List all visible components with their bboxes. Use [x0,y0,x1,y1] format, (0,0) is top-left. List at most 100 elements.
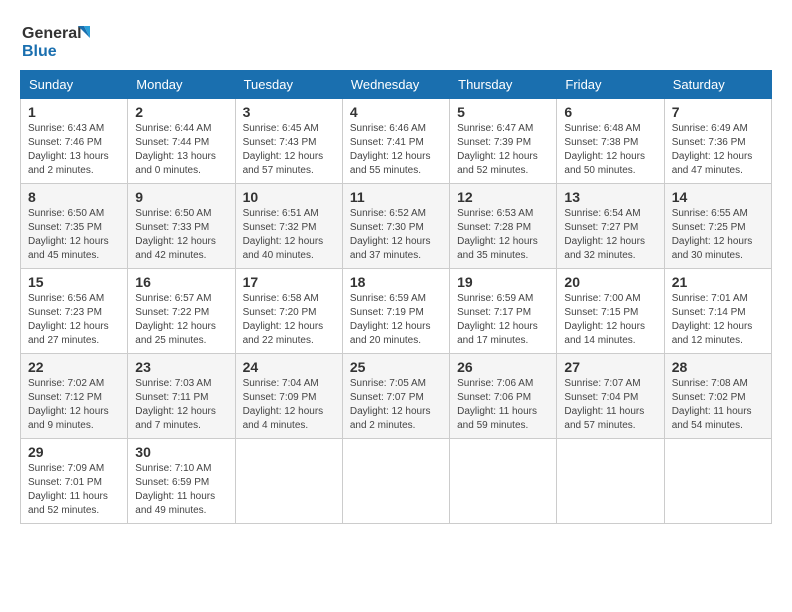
day-number: 23 [135,359,227,375]
day-info: Sunrise: 7:06 AMSunset: 7:06 PMDaylight:… [457,377,549,433]
calendar-cell: 12 Sunrise: 6:53 AMSunset: 7:28 PMDayligh… [450,184,557,269]
day-number: 13 [564,189,656,205]
calendar-cell: 17 Sunrise: 6:58 AMSunset: 7:20 PMDayligh… [235,269,342,354]
day-number: 6 [564,104,656,120]
calendar-cell [342,439,449,524]
day-number: 4 [350,104,442,120]
day-number: 11 [350,189,442,205]
day-number: 20 [564,274,656,290]
calendar-cell: 4Sunrise: 6:46 AMSunset: 7:41 PMDaylight… [342,99,449,184]
day-info: Sunrise: 7:01 AMSunset: 7:14 PMDaylight:… [672,292,764,348]
day-info: Sunrise: 7:03 AMSunset: 7:11 PMDaylight:… [135,377,227,433]
day-number: 19 [457,274,549,290]
logo: GeneralBlue [20,20,100,60]
weekday-header-sunday: Sunday [21,71,128,99]
calendar-cell: 27 Sunrise: 7:07 AMSunset: 7:04 PMDayligh… [557,354,664,439]
calendar-cell: 29 Sunrise: 7:09 AMSunset: 7:01 PMDayligh… [21,439,128,524]
day-number: 18 [350,274,442,290]
week-row-1: 1 Sunrise: 6:43 AMSunset: 7:46 PMDaylight… [21,99,772,184]
calendar-cell: 18 Sunrise: 6:59 AMSunset: 7:19 PMDayligh… [342,269,449,354]
weekday-header-row: SundayMondayTuesdayWednesdayThursdayFrid… [21,71,772,99]
calendar-cell [557,439,664,524]
day-info: Sunrise: 7:04 AMSunset: 7:09 PMDaylight:… [243,377,335,433]
calendar-cell: 26Sunrise: 7:06 AMSunset: 7:06 PMDayligh… [450,354,557,439]
day-number: 1 [28,104,120,120]
day-number: 7 [672,104,764,120]
day-info: Sunrise: 7:07 AMSunset: 7:04 PMDaylight:… [564,377,656,433]
calendar-cell: 10 Sunrise: 6:51 AMSunset: 7:32 PMDayligh… [235,184,342,269]
day-number: 30 [135,444,227,460]
day-number: 2 [135,104,227,120]
weekday-header-saturday: Saturday [664,71,771,99]
day-info: Sunrise: 6:54 AMSunset: 7:27 PMDaylight:… [564,207,656,263]
day-info: Sunrise: 6:51 AMSunset: 7:32 PMDaylight:… [243,207,335,263]
week-row-4: 22 Sunrise: 7:02 AMSunset: 7:12 PMDayligh… [21,354,772,439]
day-info: Sunrise: 6:48 AMSunset: 7:38 PMDaylight:… [564,122,656,178]
svg-text:Blue: Blue [22,43,57,60]
day-info: Sunrise: 7:05 AMSunset: 7:07 PMDaylight:… [350,377,442,433]
day-number: 8 [28,189,120,205]
day-number: 21 [672,274,764,290]
calendar-cell: 25 Sunrise: 7:05 AMSunset: 7:07 PMDayligh… [342,354,449,439]
day-number: 17 [243,274,335,290]
day-number: 22 [28,359,120,375]
day-number: 16 [135,274,227,290]
day-info: Sunrise: 7:08 AMSunset: 7:02 PMDaylight:… [672,377,764,433]
week-row-3: 15Sunrise: 6:56 AMSunset: 7:23 PMDayligh… [21,269,772,354]
calendar-cell: 5 Sunrise: 6:47 AMSunset: 7:39 PMDaylight… [450,99,557,184]
calendar-cell: 1 Sunrise: 6:43 AMSunset: 7:46 PMDaylight… [21,99,128,184]
week-row-5: 29 Sunrise: 7:09 AMSunset: 7:01 PMDayligh… [21,439,772,524]
day-number: 3 [243,104,335,120]
day-number: 5 [457,104,549,120]
day-info: Sunrise: 6:47 AMSunset: 7:39 PMDaylight:… [457,122,549,178]
calendar-cell: 11 Sunrise: 6:52 AMSunset: 7:30 PMDayligh… [342,184,449,269]
calendar-table: SundayMondayTuesdayWednesdayThursdayFrid… [20,70,772,524]
day-info: Sunrise: 6:52 AMSunset: 7:30 PMDaylight:… [350,207,442,263]
day-info: Sunrise: 6:55 AMSunset: 7:25 PMDaylight:… [672,207,764,263]
day-number: 9 [135,189,227,205]
day-number: 12 [457,189,549,205]
weekday-header-tuesday: Tuesday [235,71,342,99]
calendar-cell: 2 Sunrise: 6:44 AMSunset: 7:44 PMDaylight… [128,99,235,184]
calendar-cell: 21 Sunrise: 7:01 AMSunset: 7:14 PMDayligh… [664,269,771,354]
day-number: 27 [564,359,656,375]
calendar-cell: 6 Sunrise: 6:48 AMSunset: 7:38 PMDaylight… [557,99,664,184]
day-info: Sunrise: 7:10 AMSunset: 6:59 PMDaylight:… [135,462,227,518]
calendar-cell: 9 Sunrise: 6:50 AMSunset: 7:33 PMDaylight… [128,184,235,269]
calendar-cell [450,439,557,524]
weekday-header-wednesday: Wednesday [342,71,449,99]
calendar-cell: 24 Sunrise: 7:04 AMSunset: 7:09 PMDayligh… [235,354,342,439]
day-info: Sunrise: 6:43 AMSunset: 7:46 PMDaylight:… [28,122,120,178]
calendar-cell [664,439,771,524]
page-header: GeneralBlue [20,20,772,60]
day-number: 29 [28,444,120,460]
day-info: Sunrise: 6:45 AMSunset: 7:43 PMDaylight:… [243,122,335,178]
day-number: 10 [243,189,335,205]
calendar-cell: 19 Sunrise: 6:59 AMSunset: 7:17 PMDayligh… [450,269,557,354]
day-info: Sunrise: 7:02 AMSunset: 7:12 PMDaylight:… [28,377,120,433]
day-number: 14 [672,189,764,205]
day-info: Sunrise: 6:58 AMSunset: 7:20 PMDaylight:… [243,292,335,348]
day-number: 25 [350,359,442,375]
day-info: Sunrise: 6:59 AMSunset: 7:19 PMDaylight:… [350,292,442,348]
week-row-2: 8 Sunrise: 6:50 AMSunset: 7:35 PMDaylight… [21,184,772,269]
calendar-cell: 15Sunrise: 6:56 AMSunset: 7:23 PMDayligh… [21,269,128,354]
day-info: Sunrise: 6:53 AMSunset: 7:28 PMDaylight:… [457,207,549,263]
day-info: Sunrise: 6:50 AMSunset: 7:35 PMDaylight:… [28,207,120,263]
weekday-header-thursday: Thursday [450,71,557,99]
day-info: Sunrise: 6:59 AMSunset: 7:17 PMDaylight:… [457,292,549,348]
weekday-header-monday: Monday [128,71,235,99]
day-info: Sunrise: 7:09 AMSunset: 7:01 PMDaylight:… [28,462,120,518]
day-info: Sunrise: 6:50 AMSunset: 7:33 PMDaylight:… [135,207,227,263]
calendar-cell: 14 Sunrise: 6:55 AMSunset: 7:25 PMDayligh… [664,184,771,269]
day-info: Sunrise: 6:56 AMSunset: 7:23 PMDaylight:… [28,292,120,348]
day-info: Sunrise: 6:44 AMSunset: 7:44 PMDaylight:… [135,122,227,178]
calendar-cell: 13 Sunrise: 6:54 AMSunset: 7:27 PMDayligh… [557,184,664,269]
calendar-cell: 3 Sunrise: 6:45 AMSunset: 7:43 PMDaylight… [235,99,342,184]
svg-text:General: General [22,25,82,42]
calendar-cell: 20Sunrise: 7:00 AMSunset: 7:15 PMDayligh… [557,269,664,354]
day-number: 24 [243,359,335,375]
calendar-cell [235,439,342,524]
day-info: Sunrise: 6:57 AMSunset: 7:22 PMDaylight:… [135,292,227,348]
calendar-cell: 23 Sunrise: 7:03 AMSunset: 7:11 PMDayligh… [128,354,235,439]
